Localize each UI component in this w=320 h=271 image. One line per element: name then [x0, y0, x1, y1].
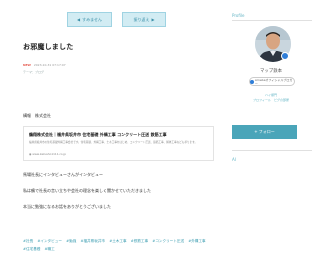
hashtag-link[interactable]: #社長: [23, 237, 33, 245]
hashtag-link[interactable]: #インタビュー: [37, 237, 62, 245]
article-theme-link[interactable]: テーマ：ブログ: [23, 70, 44, 74]
next-article-button[interactable]: 振り返え ▶: [122, 12, 166, 27]
hashtag-link[interactable]: #勉強: [66, 237, 76, 245]
main-content: ◀ すみません 振り返え ▶ お邪魔しました NEW 2023-10-31 07…: [0, 0, 222, 271]
article-paragraph: 馬場社長にインタビューさんがインタビュー: [23, 172, 103, 177]
divider: [232, 20, 312, 21]
next-article-label: 振り返え: [133, 16, 150, 22]
profile-sidebar: Profile マップ鉄本 Amebaオフィシャルブロガー ハイ順門 プロフィー…: [222, 0, 320, 271]
chevron-right-icon: ▶: [151, 17, 155, 22]
profile-heading: Profile: [232, 13, 245, 18]
article-paragraph: 本当に勉強になるお話をありがとうございました: [23, 204, 111, 209]
hashtag-link[interactable]: #職工: [45, 245, 55, 253]
article-meta: NEW 2023-10-31 07:17:07: [23, 63, 66, 67]
hashtag-link[interactable]: #土木工事: [109, 237, 126, 245]
hashtag-link[interactable]: #鉄筋工事: [131, 237, 148, 245]
link-card-description: 福井県坂井市の住宅基礎外構工事会社です。住宅基礎、外構工事、土木工事をはじめ、コ…: [29, 141, 198, 144]
official-blogger-badge[interactable]: Amebaオフィシャルブロガー: [249, 77, 295, 86]
link-card[interactable]: 鶴翔株式会社｜福井県坂井市 住宅基礎 外構工事 コンクリート圧送 鉄筋工事 福井…: [23, 126, 214, 161]
ameba-icon: [250, 79, 254, 84]
link-card-url-text: www.kakusho1111.co.jp: [32, 152, 67, 156]
link-card-title: 鶴翔株式会社｜福井県坂井市 住宅基礎 外構工事 コンクリート圧送 鉄筋工事: [29, 132, 167, 137]
new-badge: NEW: [23, 63, 31, 67]
chevron-left-icon: ◀: [77, 17, 81, 22]
article-title: お邪魔しました: [23, 43, 74, 51]
profile-links-line[interactable]: プロフィール ピグの部屋: [222, 98, 320, 103]
official-blogger-label: Amebaオフィシャルブロガー: [254, 77, 293, 86]
hashtag-link[interactable]: #コンクリート圧送: [152, 237, 184, 245]
divider: [232, 150, 312, 151]
hashtag-link[interactable]: #外構工事: [188, 237, 205, 245]
hashtag-link[interactable]: #福井県坂井市: [80, 237, 105, 245]
profile-name[interactable]: マップ鉄本: [222, 68, 320, 74]
article-timestamp: 2023-10-31 07:17:07: [33, 63, 66, 67]
follow-button[interactable]: + フォロー: [232, 125, 297, 139]
prev-article-button[interactable]: ◀ すみません: [67, 12, 112, 27]
hashtag-list: #社長 #インタビュー #勉強 #福井県坂井市 #土木工事 #鉄筋工事 #コンク…: [23, 237, 218, 253]
profile-links: ハイ順門 プロフィール ピグの部屋: [222, 93, 320, 103]
hashtag-link[interactable]: #住宅基礎: [23, 245, 40, 253]
ai-section-heading: AI: [232, 157, 236, 162]
representative-text: 構報 株式会社: [23, 113, 51, 118]
prev-article-label: すみません: [82, 16, 102, 22]
article-paragraph: 私は鶴で社長の言い立ちや会社の理念を楽しく聞かせていただきました: [23, 188, 151, 193]
link-card-url: ◉ www.kakusho1111.co.jp: [29, 152, 66, 156]
official-check-icon: [281, 52, 289, 60]
